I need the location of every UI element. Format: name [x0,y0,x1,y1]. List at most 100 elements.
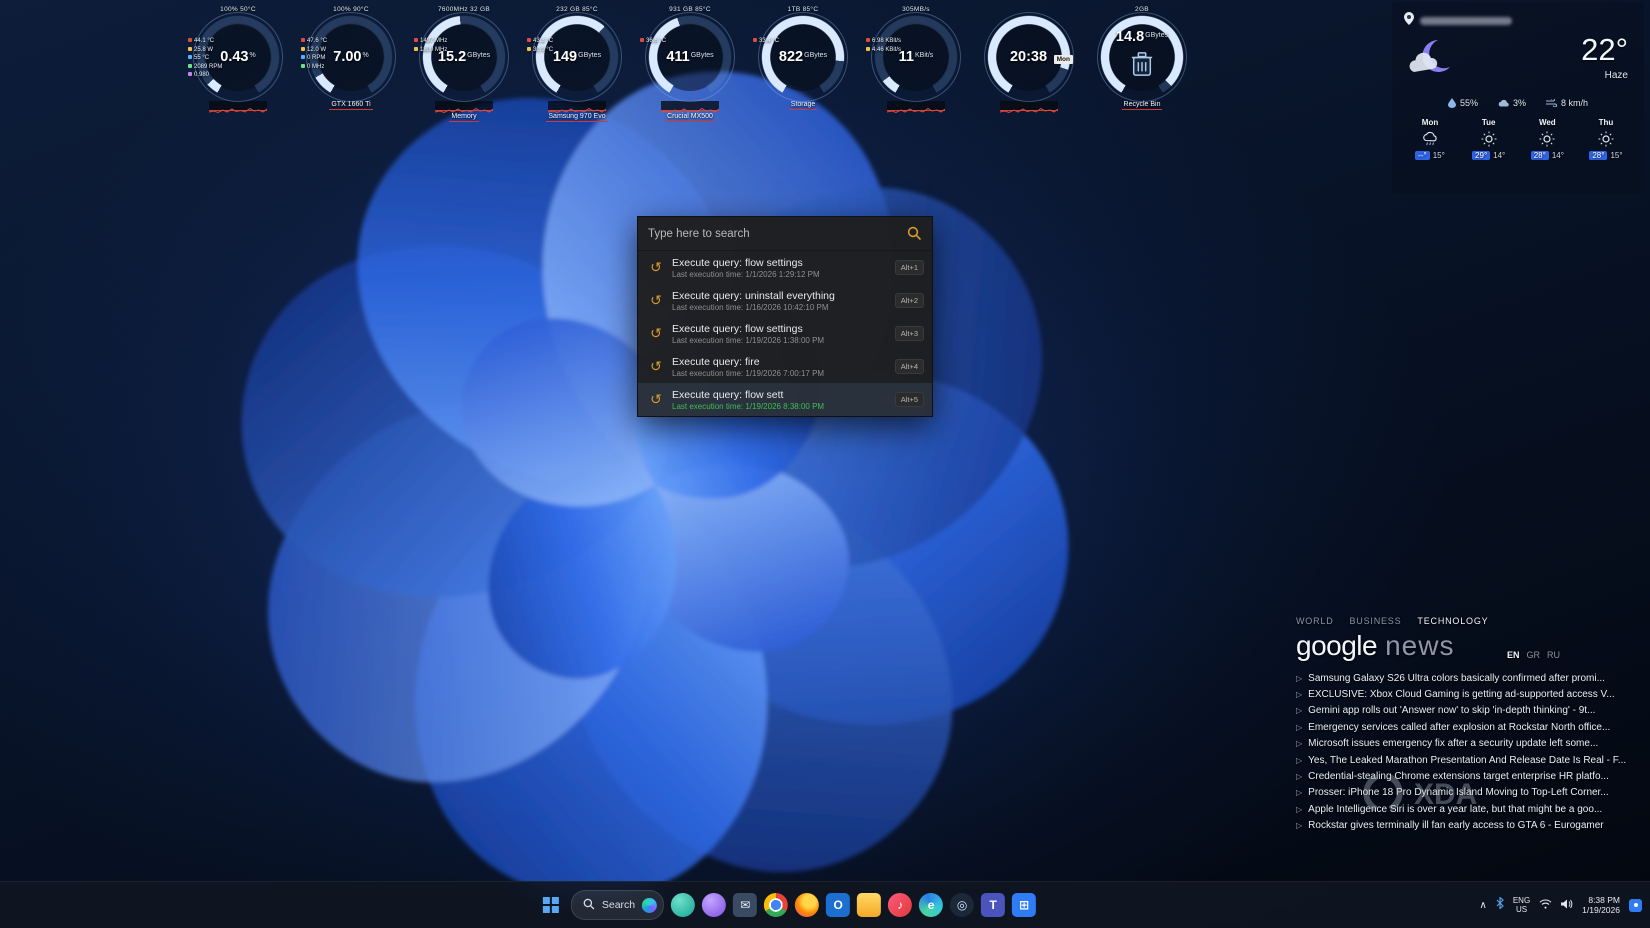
gauge-label: Storage [789,101,818,110]
bing-visual-search-icon[interactable] [642,898,657,913]
news-bullet-icon: ▷ [1296,821,1302,830]
forecast-rain-icon [1402,129,1458,149]
launcher-result[interactable]: ↺Execute query: fireLast execution time:… [638,350,932,383]
gauge-label: Recycle Bin [1122,101,1163,110]
gauge-sparkline [435,101,493,111]
news-item[interactable]: ▷Emergency services called after explosi… [1296,719,1646,735]
google-news-widget: WORLDBUSINESSTECHNOLOGY google news ENGR… [1296,616,1646,834]
gauge-clock: 20:38Mon [977,6,1081,122]
history-icon: ↺ [648,391,664,408]
history-icon: ↺ [648,259,664,276]
taskbar-app-apple-music-icon[interactable]: ♪ [888,893,912,917]
forecast-day-thu: Thu28°15° [1578,118,1634,160]
news-bullet-icon: ▷ [1296,723,1302,732]
forecast-day-wed: Wed28°14° [1519,118,1575,160]
taskbar-app-avatar-2-icon[interactable] [702,893,726,917]
gauge-readouts: 36.6 °C [640,37,666,46]
news-headline: Gemini app rolls out 'Answer now' to ski… [1308,705,1595,716]
result-subtitle: Last execution time: 1/1/2026 1:29:12 PM [672,270,887,279]
launcher-result[interactable]: ↺Execute query: uninstall everythingLast… [638,284,932,317]
news-lang-en[interactable]: EN [1507,650,1520,660]
news-logo-google: google [1296,630,1377,662]
forecast-row: Mon--°15°Tue29°14°Wed28°14°Thu28°15° [1392,108,1644,160]
launcher-search-input[interactable] [638,228,932,240]
taskbar-app-avatar-1-icon[interactable] [671,893,695,917]
news-tab-business[interactable]: BUSINESS [1350,616,1402,626]
pinned-apps: ✉ O ♪ e ◎ T ⊞ [671,893,1036,917]
result-subtitle: Last execution time: 1/16/2026 10:42:10 … [672,303,887,312]
news-item[interactable]: ▷Microsoft issues emergency fix after a … [1296,736,1646,752]
current-temperature: 22° [1581,32,1628,68]
forecast-low: 14° [1552,151,1564,160]
taskbar-app-edge-icon[interactable]: e [919,893,943,917]
wind-icon [1546,99,1557,107]
taskbar-search-box[interactable]: Search [571,890,664,920]
start-button[interactable] [538,892,564,918]
taskbar-app-file-explorer-icon[interactable] [857,893,881,917]
taskbar-app-mail-icon[interactable]: ✉ [733,893,757,917]
news-headline: Prosser: iPhone 18 Pro Dynamic Island Mo… [1308,787,1609,798]
launcher-result[interactable]: ↺Execute query: flow settingsLast execut… [638,317,932,350]
news-item[interactable]: ▷Samsung Galaxy S26 Ultra colors basical… [1296,670,1646,686]
moon-cloud-icon [1408,38,1454,85]
gauge-readouts: 33.4 °C [753,37,779,46]
history-icon: ↺ [648,358,664,375]
gauge-readouts: 1497 MHz1800 MHz [414,37,447,54]
launcher-result[interactable]: ↺ Execute query: flow settingsLast execut… [638,251,932,284]
forecast-high: 28° [1589,151,1607,160]
cloud-icon [1498,99,1509,107]
taskbar-app-steam-icon[interactable]: ◎ [950,893,974,917]
taskbar-app-teams-icon[interactable]: T [981,893,1005,917]
forecast-day-label: Mon [1402,118,1458,127]
humidity-stat: 55% [1448,98,1478,108]
forecast-day-label: Thu [1578,118,1634,127]
hidden-icons-chevron[interactable]: ∧ [1480,900,1487,911]
news-lang-ru[interactable]: RU [1547,650,1560,660]
gauge-samsung-970-evo: 232 GB 85°C149GBytes43.3 °C30.9 °CSamsun… [525,6,629,122]
bluetooth-icon[interactable] [1496,896,1504,914]
news-item[interactable]: ▷Yes, The Leaked Marathon Presentation A… [1296,752,1646,768]
gauge-crucial-mx500: 931 GB 85°C411GBytes36.6 °CCrucial MX500 [638,6,742,122]
news-item[interactable]: ▷Rockstar gives terminally ill fan early… [1296,818,1646,834]
taskbar-clock[interactable]: 8:38 PM 1/19/2026 [1582,895,1620,916]
news-item[interactable]: ▷Credential-stealing Chrome extensions t… [1296,768,1646,784]
result-hotkey: Alt+1 [895,260,924,275]
result-subtitle: Last execution time: 1/19/2026 1:38:00 P… [672,336,887,345]
result-title: Execute query: flow settings [672,257,887,269]
launcher-result[interactable]: ↺Execute query: flow settLast execution … [638,383,932,416]
news-tab-world[interactable]: WORLD [1296,616,1334,626]
location-pin-icon [1404,12,1414,30]
result-subtitle: Last execution time: 1/19/2026 7:00:17 P… [672,369,887,378]
launcher-results: ↺Execute query: flow settingsLast execut… [638,251,932,416]
taskbar-app-chrome-icon[interactable] [764,893,788,917]
wind-stat: 8 km/h [1546,98,1588,108]
news-bullet-icon: ▷ [1296,788,1302,797]
tray-time: 8:38 PM [1582,895,1620,906]
notification-badge[interactable] [1629,899,1642,912]
system-gauges: 100% 50°C0.43%44.1 °C25.8 W55 °C2089 RPM… [186,6,1194,122]
windows-logo-icon [543,897,560,914]
language-indicator[interactable]: ENG US [1513,896,1530,914]
taskbar-app-outlook-icon[interactable]: O [826,893,850,917]
news-headline: EXCLUSIVE: Xbox Cloud Gaming is getting … [1308,689,1614,700]
news-item[interactable]: ▷EXCLUSIVE: Xbox Cloud Gaming is getting… [1296,686,1646,702]
news-item[interactable]: ▷Gemini app rolls out 'Answer now' to sk… [1296,703,1646,719]
wifi-icon[interactable] [1539,896,1552,914]
gauge-cpu: 100% 50°C0.43%44.1 °C25.8 W55 °C2089 RPM… [186,6,290,122]
volume-icon[interactable] [1561,896,1573,914]
taskbar-search-label: Search [602,899,635,911]
history-icon: ↺ [648,325,664,342]
news-lang-gr[interactable]: GR [1527,650,1541,660]
news-item[interactable]: ▷ Prosser: iPhone 18 Pro Dynamic Island M… [1296,785,1646,801]
news-item[interactable]: ▷Apple Intelligence Siri is over a year … [1296,801,1646,817]
taskbar-app-store-icon[interactable]: ⊞ [1012,893,1036,917]
news-logo: google news ENGRRU [1296,630,1646,662]
taskbar-app-firefox-icon[interactable] [795,893,819,917]
news-tab-technology[interactable]: TECHNOLOGY [1417,616,1488,626]
result-title: Execute query: flow sett [672,389,887,401]
result-hotkey: Alt+3 [895,326,924,341]
desktop: 100% 50°C0.43%44.1 °C25.8 W55 °C2089 RPM… [0,0,1650,928]
news-headline: Apple Intelligence Siri is over a year l… [1308,804,1602,815]
taskbar-search-icon [583,898,595,913]
news-headline: Samsung Galaxy S26 Ultra colors basicall… [1308,673,1605,684]
